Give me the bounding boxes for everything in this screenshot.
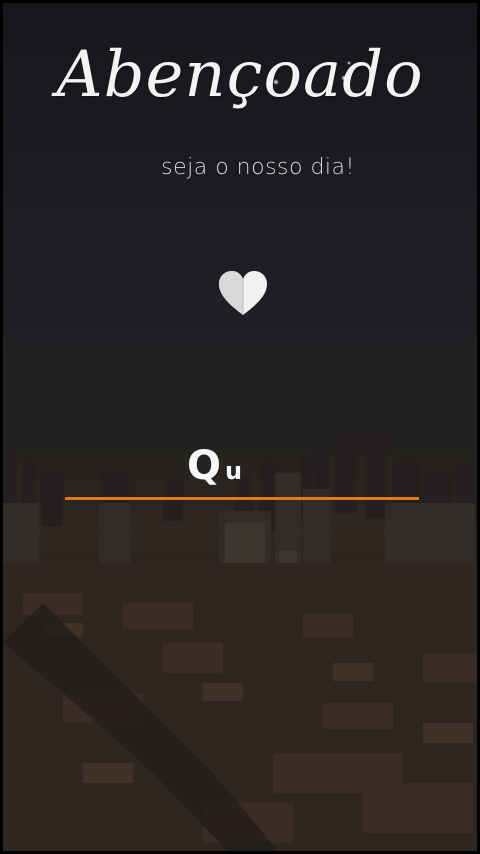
story-frame: Abençoado seja o nosso dia! Qu	[0, 0, 480, 854]
greeting-title: Abençoado	[56, 38, 424, 112]
city-background-image	[3, 3, 477, 851]
typed-text-input[interactable]: Qu	[187, 443, 242, 489]
sparkle-icon	[273, 79, 279, 85]
input-underline	[65, 497, 419, 500]
sparkle-icon	[341, 75, 347, 81]
typed-text-main: Q	[187, 443, 222, 489]
typed-text-tail: u	[225, 457, 243, 485]
greeting-subtitle: seja o nosso dia!	[161, 155, 355, 180]
heart-icon	[219, 271, 267, 315]
sparkle-icon	[347, 61, 351, 65]
